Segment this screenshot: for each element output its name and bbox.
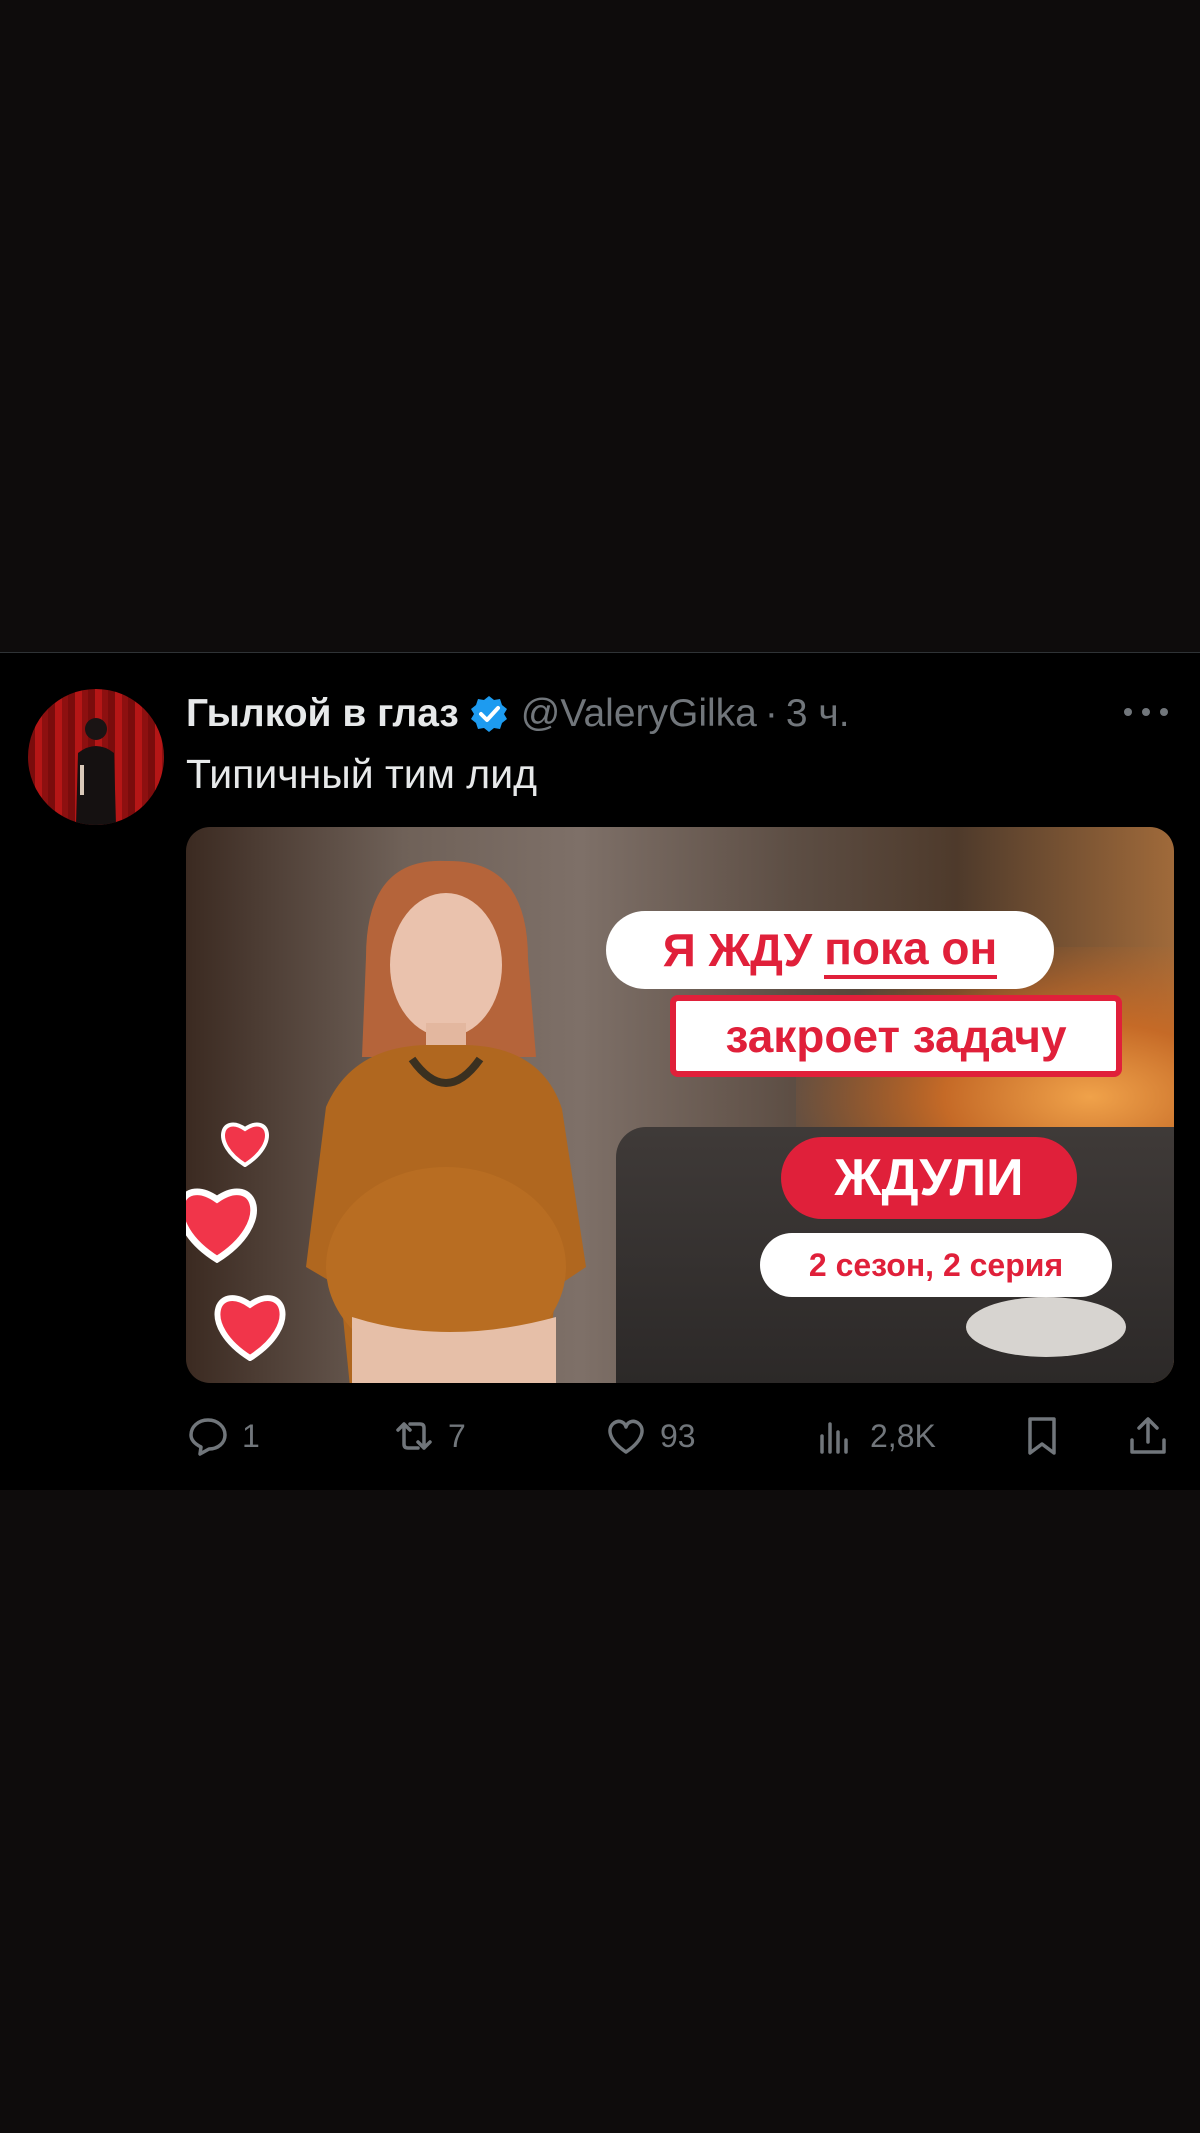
author-handle[interactable]: @ValeryGilka — [521, 692, 757, 736]
tweet-actions-bar: 1 7 93 2,8K — [186, 1408, 1174, 1464]
views-count: 2,8K — [870, 1417, 936, 1454]
avatar[interactable] — [28, 689, 164, 825]
tweet-text: Типичный тим лид — [186, 751, 538, 797]
heart-sticker-icon — [214, 1295, 286, 1361]
bookmark-button[interactable] — [1020, 1408, 1064, 1464]
reply-button[interactable]: 1 — [186, 1408, 260, 1464]
overlay-caption-line2: закроет задачу — [670, 995, 1122, 1077]
bottom-empty-area — [0, 1490, 1200, 2133]
show-title-badge: ЖДУЛИ — [781, 1137, 1077, 1219]
woman-figure — [306, 860, 586, 1383]
caption-text-bold: Я ЖДУ — [662, 924, 813, 976]
avatar-person-figure — [76, 718, 116, 825]
share-icon — [1130, 1417, 1166, 1454]
header-separator: · — [764, 692, 778, 735]
overlay-caption-line1: Я ЖДУ пока он — [606, 911, 1054, 989]
repost-count: 7 — [448, 1417, 466, 1454]
like-count: 93 — [660, 1417, 696, 1454]
heart-sticker-icon — [221, 1122, 269, 1167]
heart-sticker-icon — [186, 1188, 257, 1263]
views-icon — [820, 1422, 848, 1454]
reply-count: 1 — [242, 1417, 260, 1454]
bookmark-icon — [1028, 1417, 1056, 1455]
tweet-media-image[interactable]: Я ЖДУ пока он закроет задачу ЖДУЛИ 2 сез… — [186, 827, 1174, 1383]
table-lamp — [966, 1297, 1126, 1357]
tweet-timestamp[interactable]: 3 ч. — [786, 692, 850, 736]
tweet-card[interactable]: Гылкой в глаз @ValeryGilka · 3 ч. Типичн… — [0, 652, 1200, 1490]
heart-icon — [608, 1419, 644, 1454]
top-empty-area — [0, 0, 1200, 652]
verified-badge-icon — [470, 696, 507, 732]
tweet-header: Гылкой в глаз @ValeryGilka · 3 ч. — [186, 689, 1172, 739]
views-button[interactable]: 2,8K — [814, 1408, 936, 1464]
reply-icon — [189, 1418, 227, 1456]
share-button[interactable] — [1126, 1408, 1170, 1464]
like-button[interactable]: 93 — [604, 1408, 696, 1464]
caption-text-underlined: пока он — [824, 921, 998, 979]
more-icon[interactable] — [1124, 697, 1168, 727]
repost-button[interactable]: 7 — [392, 1408, 466, 1464]
repost-icon — [396, 1422, 432, 1450]
episode-badge: 2 сезон, 2 серия — [760, 1233, 1112, 1297]
author-name[interactable]: Гылкой в глаз — [186, 692, 459, 736]
